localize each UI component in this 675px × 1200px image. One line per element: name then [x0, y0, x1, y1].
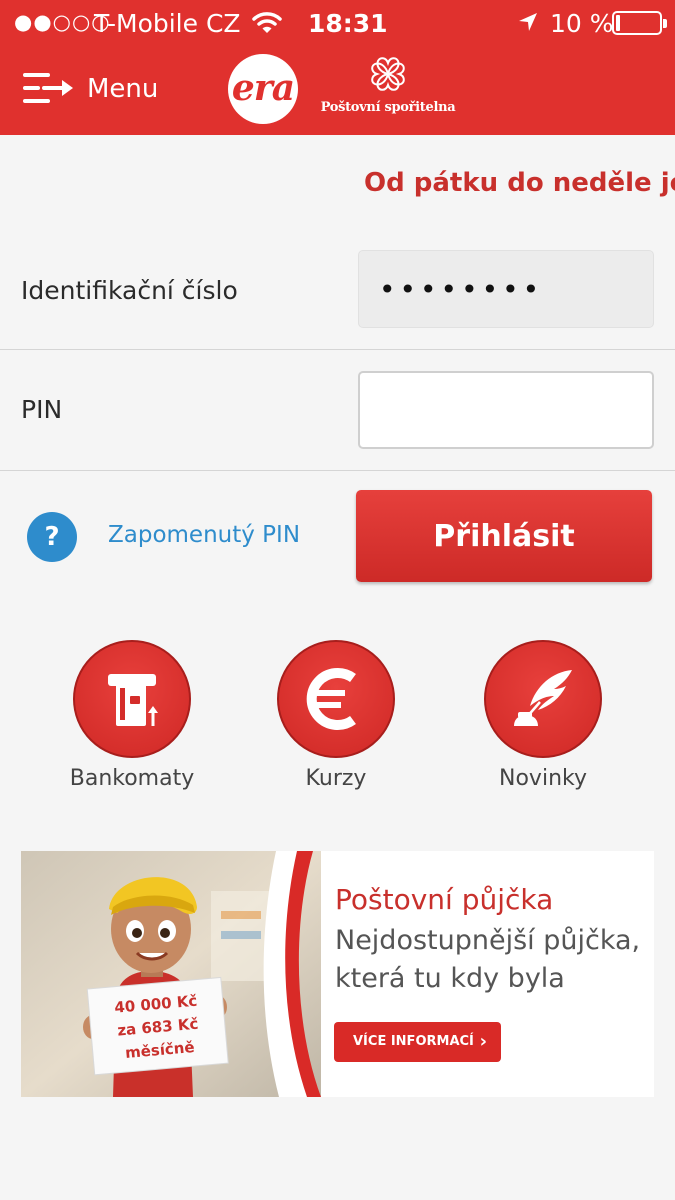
quick-link-label: Kurzy: [305, 766, 367, 791]
quill-icon: [514, 670, 572, 726]
rates-button-circle: [277, 640, 395, 758]
news-button-circle: [484, 640, 602, 758]
news-ticker-text: Od pátku do neděle je m: [364, 168, 675, 198]
quick-link-label: Novinky: [499, 766, 587, 791]
location-arrow-icon: [519, 13, 537, 31]
menu-label: Menu: [87, 74, 159, 104]
clover-icon: [371, 57, 405, 91]
promo-banner[interactable]: 40 000 Kč za 683 Kč měsíčně Poštovní půj…: [21, 851, 654, 1097]
quick-link-atms[interactable]: Bankomaty: [42, 640, 222, 800]
mascot-illustration: 40 000 Kč za 683 Kč měsíčně: [21, 851, 321, 1097]
app-header: ●●○○○ T-Mobile CZ 18:31 10 % Menu era Po…: [0, 0, 675, 135]
banner-title: Poštovní půjčka: [335, 883, 554, 916]
clock: 18:31: [308, 9, 388, 38]
menu-arrow-icon: [23, 73, 73, 103]
news-ticker[interactable]: Od pátku do neděle je m: [0, 160, 675, 210]
battery-percent: 10 %: [550, 9, 614, 38]
era-logo: era: [228, 54, 298, 124]
quick-link-news[interactable]: Novinky: [453, 640, 633, 800]
more-info-button[interactable]: VÍCE INFORMACÍ ›: [334, 1022, 501, 1062]
postovni-sporitelna-logo: Poštovní spořitelna: [318, 54, 458, 124]
chevron-right-icon: ›: [479, 1031, 487, 1052]
quick-link-label: Bankomaty: [69, 766, 195, 791]
carrier-name: T-Mobile CZ: [94, 9, 241, 38]
euro-icon: [306, 668, 356, 730]
atm-icon: [108, 674, 158, 726]
quick-link-rates[interactable]: Kurzy: [246, 640, 426, 800]
wifi-icon: [252, 12, 282, 33]
pin-row: PIN: [0, 351, 675, 471]
battery-fill: [616, 15, 620, 31]
pin-label: PIN: [21, 395, 63, 424]
id-input[interactable]: [358, 250, 654, 328]
help-icon[interactable]: ?: [27, 512, 77, 562]
pin-input[interactable]: [358, 371, 654, 449]
banner-subtitle-1: Nejdostupnější půjčka,: [335, 925, 641, 956]
banner-subtitle-2: která tu kdy byla: [335, 963, 565, 994]
bank-name: Poštovní spořitelna: [320, 100, 456, 115]
forgot-pin-link[interactable]: Zapomenutý PIN: [108, 522, 300, 548]
id-label: Identifikační číslo: [21, 276, 238, 305]
menu-button[interactable]: Menu: [20, 66, 160, 116]
atm-button-circle: [73, 640, 191, 758]
status-bar: ●●○○○ T-Mobile CZ 18:31 10 %: [0, 0, 675, 46]
id-row: Identifikační číslo: [0, 230, 675, 350]
login-button[interactable]: Přihlásit: [356, 490, 652, 582]
battery-icon: [612, 11, 667, 35]
era-logo-text: era: [231, 67, 295, 109]
more-info-label: VÍCE INFORMACÍ: [353, 1034, 474, 1049]
